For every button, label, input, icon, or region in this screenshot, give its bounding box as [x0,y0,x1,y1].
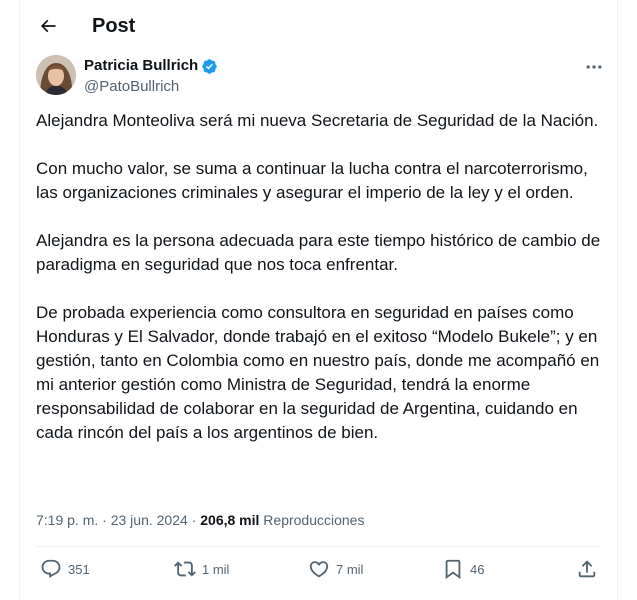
post-paragraph: Alejandra es la persona adecuada para es… [36,231,601,274]
repost-count: 1 mil [202,561,230,577]
post-time[interactable]: 7:19 p. m. [36,512,98,528]
column-border-left [19,0,20,600]
bookmark-button[interactable]: 46 [442,556,484,582]
reply-button[interactable]: 351 [40,556,90,582]
post-author: Patricia Bullrich @PatoBullrich [36,55,604,97]
bookmark-icon [445,559,461,580]
author-name[interactable]: Patricia Bullrich [84,56,198,76]
page-title: Post [92,15,136,37]
column-border-right [617,0,618,600]
repost-button[interactable]: 1 mil [174,556,229,582]
author-handle[interactable]: @PatoBullrich [84,77,179,97]
meta-separator: · [191,512,197,528]
like-count: 7 mil [336,561,364,577]
like-button[interactable]: 7 mil [308,556,363,582]
back-button[interactable] [34,12,62,40]
views-label: Reproducciones [263,512,365,528]
bookmark-count: 46 [470,561,485,577]
post-paragraph: Alejandra Monteoliva será mi nueva Secre… [36,111,599,130]
views-count: 206,8 mil [200,512,260,528]
post-text: Alejandra Monteoliva será mi nueva Secre… [36,109,601,445]
post-paragraph: Con mucho valor, se suma a continuar la … [36,159,588,202]
post-meta: 7:19 p. m. · 23 jun. 2024 · 206,8 mil Re… [36,510,364,530]
share-button[interactable] [576,556,598,582]
post-header: Post [20,0,617,52]
heart-icon [309,561,329,578]
repost-icon [174,561,196,577]
verified-badge-icon[interactable] [201,58,218,75]
post-date[interactable]: 23 jun. 2024 [111,512,188,528]
action-bar: 351 1 mil 7 mil 46 [36,556,601,582]
share-icon [578,560,596,578]
arrow-left-icon [40,19,56,33]
post-paragraph: De probada experiencia como consultora e… [36,303,600,442]
reply-icon [41,559,61,578]
avatar-image [36,55,76,95]
meta-separator: · [102,512,107,528]
more-options-button[interactable] [584,57,604,77]
reply-count: 351 [68,561,90,577]
more-horizontal-icon [586,65,602,69]
divider [36,546,601,547]
author-name-row: Patricia Bullrich [84,56,218,76]
avatar[interactable] [36,55,76,95]
